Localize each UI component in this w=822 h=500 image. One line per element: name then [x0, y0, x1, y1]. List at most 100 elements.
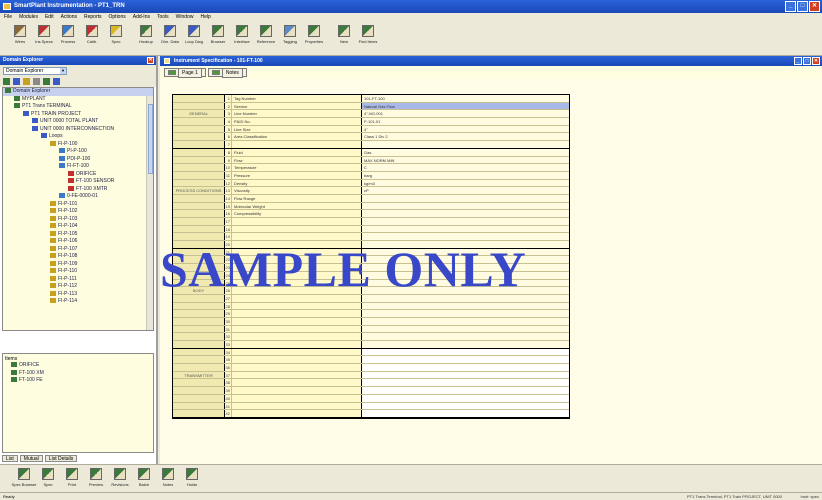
tree-node[interactable]: FI-P-105: [3, 231, 153, 239]
close-icon[interactable]: ✕: [812, 57, 820, 65]
field-value[interactable]: Natural Gas Flow: [362, 102, 569, 110]
minimize-icon[interactable]: _: [785, 1, 796, 12]
tree-node[interactable]: FI-P-110: [3, 268, 153, 276]
window-title-bar[interactable]: SmartPlant Instrumentation - PT1_TRN _ □…: [0, 0, 822, 13]
field-value[interactable]: [362, 356, 569, 364]
close-icon[interactable]: ✕: [147, 57, 154, 64]
domain-tree[interactable]: Domain Explorer MYPLANT PT1 Trans TERMINAL…: [2, 87, 154, 331]
field-value[interactable]: 4"-NG-001: [362, 110, 569, 118]
explorer-view-dropdown[interactable]: Domain Explorer ▼: [3, 67, 67, 75]
field-value[interactable]: [362, 325, 569, 333]
menu-item-window[interactable]: Window: [176, 13, 194, 22]
tree-node[interactable]: PT1 TRAIN PROJECT: [3, 111, 153, 119]
field-value[interactable]: [362, 302, 569, 310]
filter-icon[interactable]: [3, 78, 10, 85]
find-button[interactable]: Find Items: [356, 22, 380, 54]
explorer-tab[interactable]: List Details: [44, 455, 78, 462]
tree-node[interactable]: FI-P-113: [3, 291, 153, 299]
field-value[interactable]: [362, 310, 569, 317]
menu-item-add-ins[interactable]: Add-Ins: [133, 13, 150, 22]
tree-node[interactable]: FI-P-106: [3, 238, 153, 246]
expand-icon[interactable]: [13, 78, 20, 85]
explorer-tab[interactable]: List: [2, 455, 18, 462]
tree-node[interactable]: FI-P-109: [3, 261, 153, 269]
tree-node[interactable]: FI-P-107: [3, 246, 153, 254]
spec-button[interactable]: Ins.Specs: [32, 22, 56, 54]
field-value[interactable]: barg: [362, 171, 569, 179]
hookup-button[interactable]: Hookup: [134, 22, 158, 54]
field-value[interactable]: [362, 379, 569, 387]
menu-item-edit[interactable]: Edit: [45, 13, 54, 22]
wiring-button[interactable]: Wires: [8, 22, 32, 54]
field-value[interactable]: [362, 402, 569, 410]
tree-node[interactable]: PT1 Trans TERMINAL: [3, 103, 153, 111]
field-value[interactable]: [362, 194, 569, 202]
items-panel-item[interactable]: ORIFICE: [5, 362, 151, 370]
tree-node[interactable]: FI-P-101: [3, 201, 153, 209]
refresh-icon[interactable]: [43, 78, 50, 85]
maximize-icon[interactable]: □: [803, 57, 811, 65]
field-value[interactable]: [362, 218, 569, 225]
tree-node[interactable]: PI-P-100: [3, 148, 153, 156]
field-value[interactable]: P-101-01: [362, 118, 569, 125]
tree-node[interactable]: Loops: [3, 133, 153, 141]
loop-drawing-button[interactable]: Loop Dwg: [182, 22, 206, 54]
tree-node[interactable]: Domain Explorer: [3, 88, 153, 96]
document-tab[interactable]: Page 1: [164, 67, 206, 78]
field-value[interactable]: [362, 410, 569, 417]
interface-button[interactable]: Interface: [230, 22, 254, 54]
document-title-bar[interactable]: Instrument Specification - 101-FT-100 _ …: [160, 56, 822, 66]
tree-node[interactable]: FI-P-108: [3, 253, 153, 261]
tagging-button[interactable]: Tagging: [278, 22, 302, 54]
tree-node[interactable]: FI-P-112: [3, 283, 153, 291]
field-value[interactable]: [362, 141, 569, 148]
menu-item-file[interactable]: File: [4, 13, 12, 22]
field-value[interactable]: [362, 333, 569, 340]
menu-item-reports[interactable]: Reports: [84, 13, 102, 22]
help-icon[interactable]: [53, 78, 60, 85]
explorer-tab[interactable]: Mutual: [19, 455, 43, 462]
tree-node[interactable]: ORIFICE: [3, 171, 153, 179]
field-value[interactable]: [362, 225, 569, 233]
tree-node[interactable]: FT-100 XMTR: [3, 186, 153, 194]
field-value[interactable]: 101-FT-100: [362, 95, 569, 102]
reference-button[interactable]: Reference: [254, 22, 278, 54]
tree-node[interactable]: MYPLANT: [3, 96, 153, 104]
maximize-icon[interactable]: □: [797, 1, 808, 12]
tree-node[interactable]: UNIT 0000 INTERCONNECTION: [3, 126, 153, 134]
field-value[interactable]: [362, 202, 569, 210]
sheet-button[interactable]: Spec: [104, 22, 128, 54]
document-tab[interactable]: Notes: [207, 67, 247, 78]
tree-node[interactable]: FI-P-100: [3, 141, 153, 149]
minimize-icon[interactable]: _: [794, 57, 802, 65]
process-button[interactable]: Process: [56, 22, 80, 54]
tree-node[interactable]: FT-100 SENSOR: [3, 178, 153, 186]
field-value[interactable]: [362, 341, 569, 348]
field-value[interactable]: [362, 210, 569, 217]
tree-node[interactable]: FI-P-111: [3, 276, 153, 284]
tree-node[interactable]: FI-P-103: [3, 216, 153, 224]
field-value[interactable]: [362, 364, 569, 371]
tree-node[interactable]: FI-P-102: [3, 208, 153, 216]
items-panel-item[interactable]: FT-100 XM: [5, 370, 151, 378]
field-value[interactable]: [362, 371, 569, 379]
tree-node[interactable]: PDI-P-100: [3, 156, 153, 164]
field-value[interactable]: [362, 394, 569, 402]
field-value[interactable]: cP: [362, 187, 569, 194]
menu-item-options[interactable]: Options: [109, 13, 126, 22]
tree-node[interactable]: FI-P-114: [3, 298, 153, 306]
items-panel-item[interactable]: FT-100 FE: [5, 377, 151, 385]
close-icon[interactable]: ✕: [809, 1, 820, 12]
tree-node[interactable]: FI-P-104: [3, 223, 153, 231]
new-button[interactable]: New: [332, 22, 356, 54]
calibration-button[interactable]: Calib.: [80, 22, 104, 54]
field-value[interactable]: 4": [362, 125, 569, 133]
field-value[interactable]: C: [362, 164, 569, 171]
menu-item-help[interactable]: Help: [200, 13, 210, 22]
browser-button[interactable]: Browser: [206, 22, 230, 54]
menu-item-actions[interactable]: Actions: [61, 13, 77, 22]
menu-item-tools[interactable]: Tools: [157, 13, 169, 22]
field-value[interactable]: kg/m3: [362, 179, 569, 187]
field-value[interactable]: MAX NORM MIN: [362, 156, 569, 164]
field-value[interactable]: [362, 387, 569, 394]
